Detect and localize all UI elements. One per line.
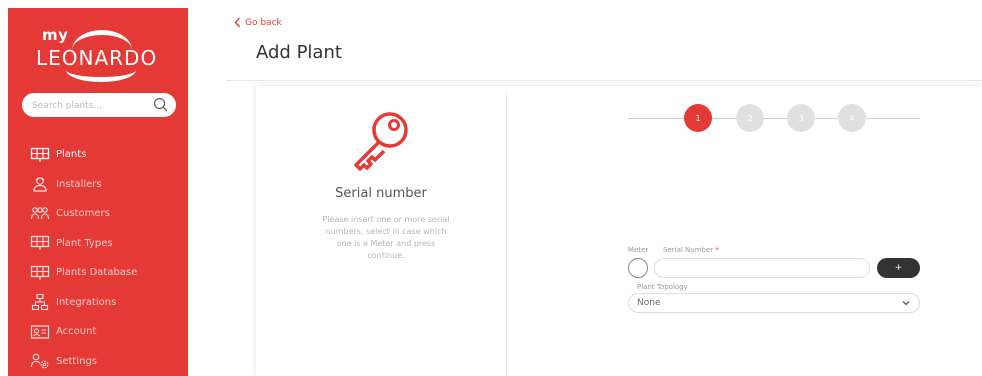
meter-label: Meter bbox=[628, 246, 649, 254]
serial-number-label: Serial Number * bbox=[663, 246, 719, 254]
sidebar-item-plants[interactable]: Plants bbox=[8, 140, 188, 170]
sidebar-item-label: Customers bbox=[56, 208, 110, 220]
app-logo[interactable]: my LEONARDO bbox=[8, 16, 188, 82]
sidebar-nav: Plants Installers Customers Plant Types … bbox=[8, 140, 188, 376]
step-description: Please insert one or more serial numbers… bbox=[322, 215, 450, 260]
step-1-indicator: 1 bbox=[684, 104, 712, 132]
sidebar-item-label: Settings bbox=[56, 355, 98, 367]
search-input[interactable] bbox=[30, 96, 152, 116]
sidebar-item-plants-database[interactable]: Plants Database bbox=[8, 258, 188, 288]
integrations-icon bbox=[30, 293, 50, 311]
step-4-indicator: 4 bbox=[838, 104, 866, 132]
plant-topology-value: None bbox=[637, 298, 661, 308]
sidebar-item-label: Account bbox=[56, 326, 97, 338]
step-title: Serial number bbox=[335, 186, 427, 201]
sidebar-item-integrations[interactable]: Integrations bbox=[8, 288, 188, 318]
search-box bbox=[22, 93, 176, 117]
settings-icon bbox=[30, 352, 50, 370]
go-back-link[interactable]: Go back bbox=[234, 17, 282, 28]
sidebar-item-label: Plants bbox=[56, 149, 87, 161]
solar-panel-icon bbox=[30, 234, 50, 252]
sidebar-item-label: Installers bbox=[56, 178, 102, 190]
plant-topology-select[interactable]: None bbox=[628, 293, 920, 313]
required-mark: * bbox=[715, 246, 719, 254]
serial-number-input[interactable] bbox=[654, 258, 870, 278]
installer-icon bbox=[30, 175, 50, 193]
solar-panel-icon bbox=[30, 146, 50, 164]
sidebar: my LEONARDO Plants Installers Cus bbox=[8, 8, 188, 376]
logo-my-text: my bbox=[42, 26, 69, 44]
go-back-label: Go back bbox=[245, 17, 282, 28]
step-2-indicator: 2 bbox=[736, 104, 764, 132]
header-divider bbox=[226, 80, 982, 81]
chevron-left-icon bbox=[234, 17, 241, 28]
serial-number-label-text: Serial Number bbox=[663, 246, 714, 254]
solar-panel-icon bbox=[30, 264, 50, 282]
search-icon[interactable] bbox=[152, 96, 170, 114]
sidebar-item-customers[interactable]: Customers bbox=[8, 199, 188, 229]
sidebar-item-label: Plant Types bbox=[56, 237, 113, 249]
plant-topology-label: Plant Topology bbox=[637, 283, 688, 291]
sidebar-item-label: Plants Database bbox=[56, 267, 138, 279]
sidebar-item-account[interactable]: Account bbox=[8, 317, 188, 347]
page-title: Add Plant bbox=[256, 42, 342, 63]
add-serial-button[interactable]: + bbox=[877, 258, 920, 278]
logo-brand-text: LEONARDO bbox=[36, 46, 158, 70]
sidebar-item-plant-types[interactable]: Plant Types bbox=[8, 229, 188, 259]
key-icon bbox=[354, 112, 408, 171]
card-column-divider bbox=[506, 94, 507, 376]
meter-radio[interactable] bbox=[628, 258, 648, 278]
chevron-down-icon bbox=[902, 301, 910, 306]
sidebar-item-settings[interactable]: Settings bbox=[8, 347, 188, 376]
customers-icon bbox=[30, 205, 50, 223]
logo-arc-bottom bbox=[66, 70, 136, 82]
stepper-track bbox=[628, 118, 920, 119]
sidebar-item-installers[interactable]: Installers bbox=[8, 170, 188, 200]
account-card-icon bbox=[30, 323, 50, 341]
sidebar-item-label: Integrations bbox=[56, 296, 117, 308]
step-3-indicator: 3 bbox=[787, 104, 815, 132]
